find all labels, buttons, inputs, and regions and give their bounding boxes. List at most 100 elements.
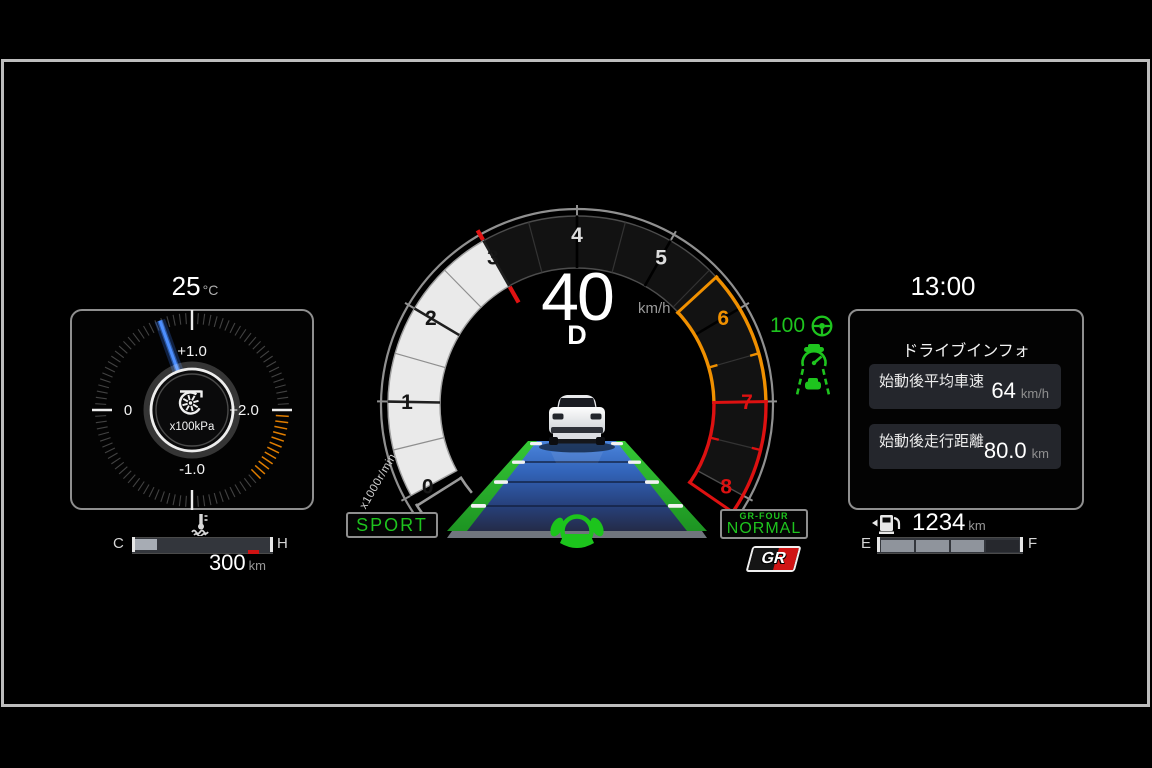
boost-fine-tick — [214, 493, 217, 504]
tach-number: 7 — [741, 391, 753, 414]
tach-number: 6 — [717, 307, 729, 330]
boost-fine-tick — [244, 333, 251, 342]
fuel-bar-right-cap — [1020, 537, 1023, 552]
boost-fine-tick — [240, 482, 246, 491]
boost-overboost-tick — [267, 447, 279, 453]
boost-fine-tick — [108, 453, 118, 459]
boost-fine-tick — [100, 379, 110, 383]
boost-fine-tick — [133, 478, 140, 487]
average-speed-value: 64 — [991, 378, 1015, 404]
boost-fine-tick — [133, 333, 140, 342]
boost-overboost-tick — [265, 452, 276, 459]
boost-fine-tick — [123, 341, 131, 349]
boost-overboost-tick — [272, 437, 284, 441]
fuel-range-value: 1234 — [912, 509, 965, 537]
boost-fine-tick — [115, 351, 124, 358]
boost-fine-tick — [111, 356, 120, 362]
boost-fine-tick — [275, 385, 286, 388]
boost-fine-tick — [149, 323, 154, 333]
boost-fine-tick — [96, 397, 107, 398]
distance-value: 80.0 — [984, 438, 1027, 464]
boost-fine-tick — [225, 320, 229, 330]
fuel-range-unit: km — [968, 518, 985, 533]
boost-fine-tick — [128, 475, 135, 483]
tach-unit-label: x1000r/min — [358, 452, 399, 512]
fuel-bar-left-cap — [877, 537, 880, 552]
boost-fine-tick — [203, 314, 204, 325]
boost-fine-tick — [119, 346, 127, 353]
coolant-temperature-icon — [190, 512, 212, 536]
boost-fine-tick — [257, 346, 265, 353]
boost-scale-label: 0 — [124, 402, 132, 419]
boost-fine-tick — [235, 484, 241, 494]
boost-fine-tick — [179, 314, 180, 325]
boost-fine-tick — [123, 471, 131, 479]
average-speed-unit: km/h — [1021, 386, 1049, 401]
boost-fine-tick — [249, 337, 256, 345]
fuel-empty-label: E — [861, 535, 871, 552]
boost-fine-tick — [214, 316, 217, 327]
drive-info-card-average-speed: 始動後平均車速 64 km/h — [869, 364, 1061, 409]
fuel-full-label: F — [1028, 535, 1037, 552]
boost-fine-tick — [105, 448, 115, 453]
boost-fine-tick — [230, 487, 235, 497]
boost-scale-label: -1.0 — [179, 461, 205, 478]
grfour-mode-value: NORMAL — [727, 521, 801, 537]
tachometer: 012345678x1000r/min — [358, 205, 777, 526]
boost-fine-tick — [266, 362, 276, 368]
coolant-cold-label: C — [113, 535, 124, 552]
boost-fine-tick — [264, 356, 273, 362]
boost-overboost-tick — [255, 465, 265, 474]
coolant-bar-right-cap — [270, 537, 273, 552]
boost-fine-tick — [95, 416, 106, 417]
boost-fine-tick — [108, 362, 118, 368]
boost-fine-tick — [253, 341, 261, 349]
fuel-segment — [881, 540, 914, 552]
boost-fine-tick — [203, 495, 204, 506]
boost-fine-tick — [249, 475, 256, 483]
fuel-segment — [916, 540, 949, 552]
steering-wheel-icon — [810, 314, 834, 338]
grfour-mode-box: GR-FOUR NORMAL — [720, 509, 808, 539]
tach-number: 2 — [425, 307, 437, 330]
boost-fine-tick — [269, 367, 279, 372]
boost-fine-tick — [115, 462, 124, 469]
boost-fine-tick — [97, 391, 108, 393]
boost-fine-tick — [102, 443, 112, 447]
gr-badge-text: GR — [748, 548, 799, 570]
boost-fine-tick — [173, 315, 175, 326]
radar-cruise-icon — [799, 343, 829, 369]
boost-fine-tick — [96, 421, 107, 422]
boost-fine-tick — [179, 495, 180, 506]
boost-fine-tick — [186, 496, 187, 507]
boost-fine-tick — [198, 496, 199, 507]
tach-number: 4 — [571, 224, 583, 247]
tach-zone-cap — [712, 401, 768, 402]
boost-fine-tick — [97, 427, 108, 429]
drive-info-card-distance: 始動後走行距離 80.0 km — [869, 424, 1061, 469]
drive-info-title: ドライブインフォ — [850, 337, 1082, 361]
boost-fine-tick — [260, 351, 269, 358]
boost-fine-tick — [149, 487, 154, 497]
boost-fine-tick — [155, 489, 159, 499]
boost-fine-tick — [144, 484, 150, 494]
distance-unit: km — [1032, 446, 1049, 461]
boost-fine-tick — [209, 315, 211, 326]
coolant-level-fill — [135, 539, 157, 550]
hands-on-steering-wheel-icon — [547, 512, 607, 556]
boost-fine-tick — [111, 458, 120, 464]
lane-keeping-icon — [796, 368, 830, 396]
speed-unit: km/h — [638, 300, 671, 317]
boost-fine-tick — [198, 313, 199, 324]
fuel-segment — [951, 540, 984, 552]
boost-overboost-tick — [276, 415, 289, 416]
drive-mode-sport: SPORT — [346, 512, 438, 538]
boost-fine-tick — [138, 482, 144, 491]
boost-gauge: +1.00+2.0-1.0x100kPa — [92, 310, 292, 510]
tach-number: 0 — [422, 475, 434, 498]
boost-fine-tick — [167, 493, 170, 504]
tach-number: 8 — [720, 475, 732, 498]
boost-overboost-tick — [251, 469, 260, 478]
boost-overboost-tick — [262, 457, 273, 464]
odometer: 300km — [150, 550, 266, 576]
